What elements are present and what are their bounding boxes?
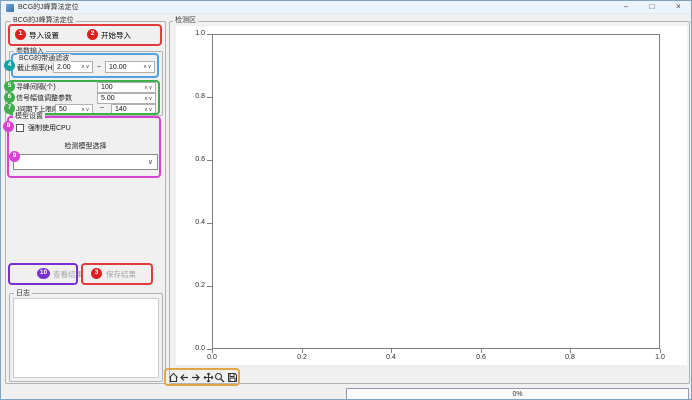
annotation-badge-5: 5	[4, 81, 15, 92]
progress-label: 0%	[512, 391, 522, 398]
y-tick-label: 0.2	[185, 282, 205, 290]
x-tick-label: 0.0	[202, 354, 222, 362]
plot-canvas[interactable]: 1.0 0.8 0.6 0.4 0.2 0.0 0.0 0.2 0.4 0.6 …	[176, 26, 687, 365]
cutoff-high-value[interactable]: 10.00	[106, 64, 143, 71]
peak-interval-spinbox[interactable]: 100 ∧∨	[97, 82, 156, 93]
y-tick-mark	[207, 160, 212, 161]
window-title: BCG的J峰算法定位	[18, 3, 79, 12]
y-tick-label: 1.0	[185, 30, 205, 38]
y-tick-label: 0.8	[185, 93, 205, 101]
back-arrow-icon[interactable]	[179, 372, 190, 383]
annotation-badge-1: 1	[15, 29, 26, 40]
y-tick-mark	[207, 34, 212, 35]
app-window: BCG的J峰算法定位 – □ × BCG的J峰算法定位 1 导入设置 2 开始导…	[0, 0, 692, 400]
save-results-button[interactable]: 保存结果	[106, 269, 136, 280]
amplitude-label: 信号幅值调整参数	[16, 94, 72, 103]
spinner-arrows-icon[interactable]: ∧∨	[143, 64, 154, 70]
interval-high-spinbox[interactable]: 140 ∧∨	[111, 104, 156, 115]
x-tick-mark	[391, 349, 392, 353]
y-tick-mark	[207, 97, 212, 98]
annotation-badge-2: 2	[87, 29, 98, 40]
x-tick-label: 0.8	[560, 354, 580, 362]
peak-interval-value[interactable]: 100	[98, 84, 144, 91]
progress-bar: 0%	[346, 388, 689, 400]
spinner-arrows-icon[interactable]: ∧∨	[81, 64, 92, 70]
y-tick-mark	[207, 286, 212, 287]
spinner-arrows-icon[interactable]: ∧∨	[81, 107, 92, 113]
annotation-badge-6: 6	[4, 92, 15, 103]
x-tick-mark	[570, 349, 571, 353]
amplitude-spinbox[interactable]: 5.00 ∧∨	[97, 93, 156, 104]
start-import-button[interactable]: 开始导入	[101, 30, 131, 41]
x-tick-mark	[302, 349, 303, 353]
y-tick-label: 0.4	[185, 219, 205, 227]
cutoff-low-value[interactable]: 2.00	[54, 64, 81, 71]
x-tick-mark	[660, 349, 661, 353]
close-button[interactable]: ×	[665, 1, 692, 14]
view-results-button[interactable]: 查看结果	[53, 269, 83, 280]
x-tick-label: 0.4	[381, 354, 401, 362]
amplitude-value[interactable]: 5.00	[98, 95, 144, 102]
interval-low-spinbox[interactable]: 50 ∧∨	[55, 104, 93, 115]
maximize-button[interactable]: □	[639, 1, 665, 14]
cutoff-high-spinbox[interactable]: 10.00 ∧∨	[105, 61, 155, 73]
zoom-icon[interactable]	[214, 372, 225, 383]
spinner-arrows-icon[interactable]: ∧∨	[144, 85, 155, 91]
interval-high-value[interactable]: 140	[112, 106, 144, 113]
y-tick-label: 0.6	[185, 156, 205, 164]
peak-interval-label: 寻峰间隔(个)	[16, 83, 56, 92]
force-cpu-checkbox[interactable]	[16, 124, 24, 132]
log-textarea[interactable]	[13, 298, 159, 378]
x-tick-label: 1.0	[650, 354, 670, 362]
log-title: 日志	[14, 289, 32, 298]
import-settings-button[interactable]: 导入设置	[29, 30, 59, 41]
title-bar: BCG的J峰算法定位 – □ ×	[1, 1, 691, 14]
minimize-button[interactable]: –	[613, 1, 639, 14]
interval-low-value[interactable]: 50	[56, 106, 81, 113]
plot-panel-title: 检测区	[173, 16, 198, 25]
annotation-badge-9: 9	[9, 151, 20, 162]
bandpass-title: BCG的带通滤波	[17, 54, 71, 63]
force-cpu-label: 强制使用CPU	[28, 124, 71, 133]
pan-icon[interactable]	[203, 372, 214, 383]
annotation-badge-3: 3	[91, 268, 102, 279]
left-panel-title: BCG的J峰算法定位	[11, 16, 76, 25]
annotation-badge-8: 8	[3, 121, 14, 132]
app-icon	[6, 4, 14, 12]
y-tick-mark	[207, 223, 212, 224]
save-icon[interactable]	[227, 372, 238, 383]
x-tick-label: 0.6	[471, 354, 491, 362]
annotation-badge-7: 7	[4, 103, 15, 114]
y-tick-label: 0.0	[185, 345, 205, 353]
model-settings-title: 模型设置	[13, 112, 45, 121]
x-tick-mark	[212, 349, 213, 353]
annotation-badge-10: 10	[37, 268, 50, 279]
x-tick-label: 0.2	[292, 354, 312, 362]
home-icon[interactable]	[168, 372, 179, 383]
interval-tilde: ~	[100, 104, 104, 113]
forward-arrow-icon[interactable]	[190, 372, 201, 383]
spinner-arrows-icon[interactable]: ∧∨	[144, 96, 155, 102]
x-tick-mark	[481, 349, 482, 353]
chevron-down-icon[interactable]: ∨	[148, 158, 157, 166]
model-select-hint: 检测模型选择	[13, 142, 158, 151]
cutoff-tilde: ~	[97, 63, 101, 72]
model-select-combobox[interactable]: ∨	[13, 154, 158, 170]
plot-axes	[212, 34, 660, 349]
annotation-badge-4: 4	[4, 60, 15, 71]
spinner-arrows-icon[interactable]: ∧∨	[144, 107, 155, 113]
